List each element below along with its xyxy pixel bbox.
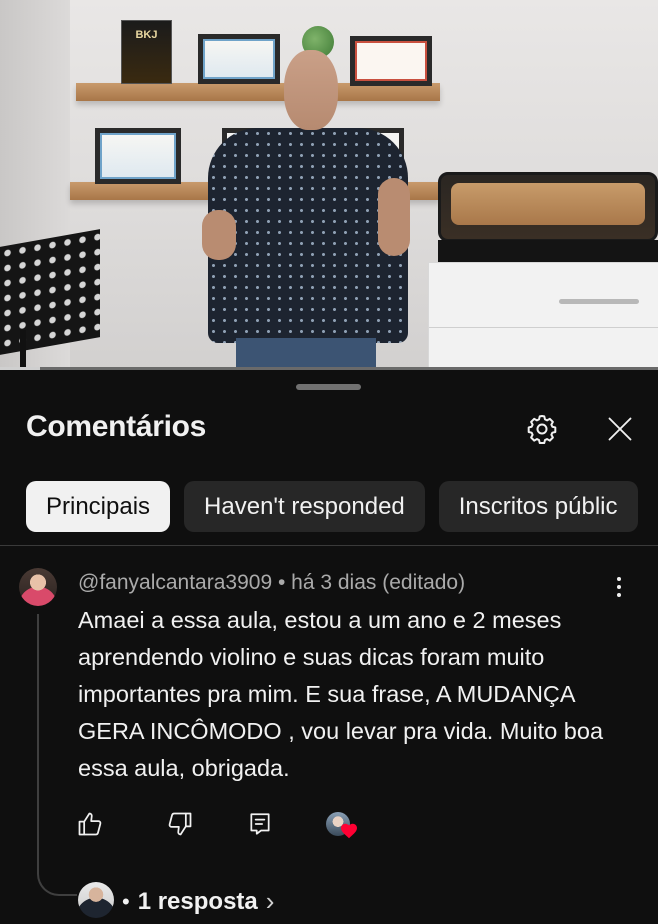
close-icon	[608, 417, 632, 441]
comment-filter-chips: Principais Haven't responded Inscritos p…	[26, 481, 658, 533]
music-stand	[0, 229, 100, 355]
comment-more-button[interactable]	[604, 572, 634, 602]
heart-icon	[341, 823, 357, 839]
close-button[interactable]	[600, 409, 640, 449]
comment-author[interactable]: @fanyalcantara3909	[78, 571, 272, 594]
reply-author-avatar[interactable]	[78, 882, 114, 918]
book: BKJ	[121, 20, 172, 84]
comments-title: Comentários	[26, 410, 207, 443]
video-progress-bar[interactable]	[0, 367, 658, 370]
certificate-frame	[350, 36, 432, 86]
chip-inscritos-publicos[interactable]: Inscritos públic	[438, 481, 638, 532]
comment-time: há 3 dias (editado)	[291, 571, 466, 594]
divider	[0, 545, 658, 546]
presenter-arm	[378, 178, 410, 256]
presenter-head	[284, 50, 338, 130]
chip-principais[interactable]: Principais	[26, 481, 171, 532]
like-button[interactable]	[72, 806, 108, 842]
comment-author-avatar[interactable]	[19, 568, 57, 606]
video-buffered	[0, 367, 40, 370]
thumb-down-icon	[168, 812, 192, 836]
thumb-up-icon	[78, 812, 102, 836]
video-player[interactable]: BKJ	[0, 0, 658, 370]
reply-button[interactable]	[242, 806, 278, 842]
dresser	[428, 262, 658, 370]
chip-havent-responded[interactable]: Haven't responded	[184, 481, 425, 532]
violin-case-base	[438, 240, 658, 262]
dislike-button[interactable]	[162, 806, 198, 842]
violin-case	[438, 172, 658, 242]
book-label: BKJ	[135, 29, 158, 41]
thread-line	[37, 614, 39, 859]
gear-icon	[527, 414, 557, 445]
meta-separator: •	[272, 571, 292, 594]
presenter-jeans	[236, 338, 376, 370]
thread-curve	[37, 856, 77, 896]
view-replies-button[interactable]: • 1 resposta ›	[122, 886, 274, 917]
sheet-drag-handle[interactable]	[296, 384, 361, 390]
settings-button[interactable]	[522, 409, 562, 449]
chevron-right-icon: ›	[265, 886, 275, 916]
music-stand-pole	[20, 330, 26, 370]
comment-reply-icon	[250, 813, 270, 835]
comment-meta: @fanyalcantara3909 • há 3 dias (editado)	[78, 571, 465, 595]
certificate-frame	[95, 128, 181, 184]
reply-dot: •	[122, 888, 130, 914]
presenter-arm	[202, 210, 236, 260]
certificate-frame	[198, 34, 280, 84]
comment-text: Amaei a essa aula, estou a um ano e 2 me…	[78, 607, 604, 781]
reply-count-label: 1 resposta	[137, 887, 258, 915]
